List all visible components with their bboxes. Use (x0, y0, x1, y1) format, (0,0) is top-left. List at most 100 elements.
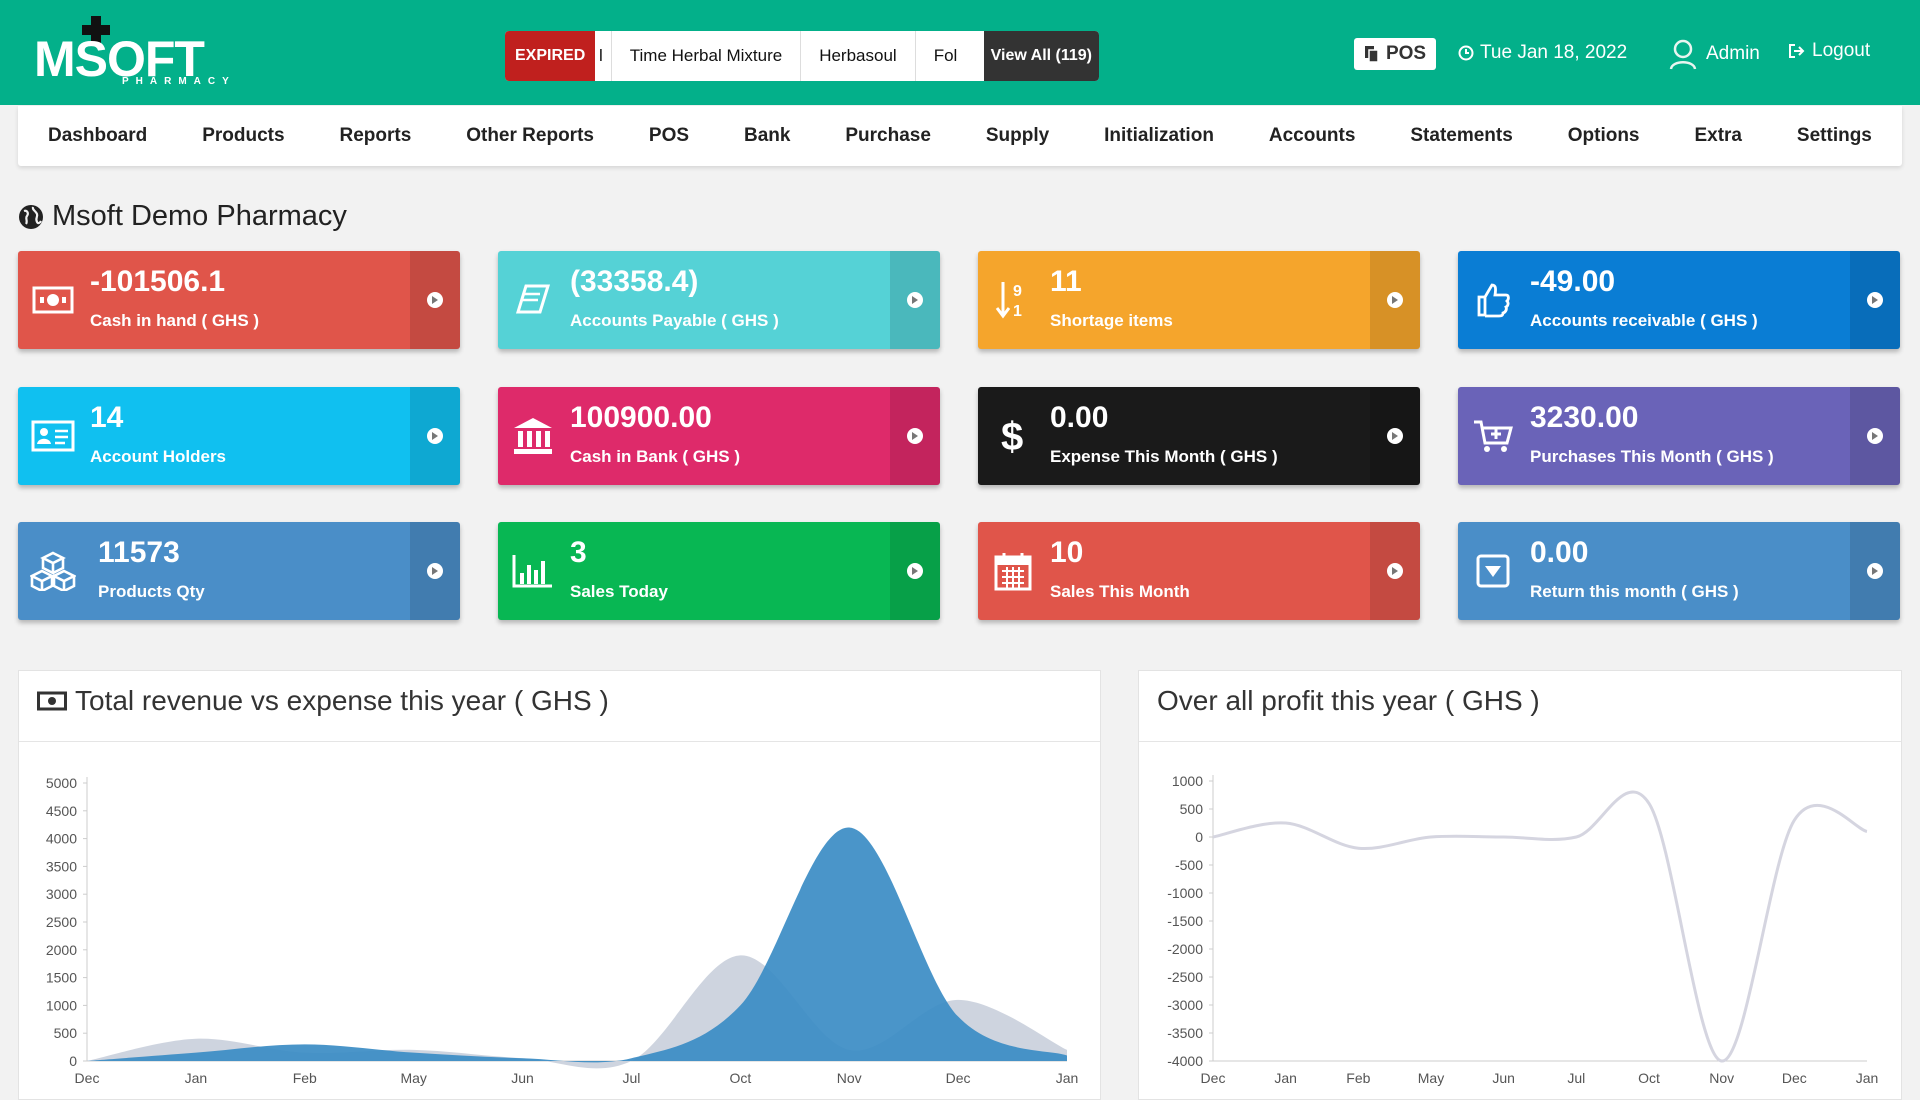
ticker-item[interactable]: l (595, 31, 612, 81)
revenue-expense-chart: 0 500 1000 1500 2000 2500 3000 3500 4000 4500 5000… (46, 775, 1078, 1086)
card-label: Shortage items (1050, 311, 1173, 330)
profit-chart-title: Over all profit this year ( GHS ) (1157, 685, 1540, 716)
card-more-button[interactable] (1850, 387, 1900, 485)
pos-label: POS (1385, 43, 1427, 64)
card-value: (33358.4) (570, 265, 699, 298)
nav-statements[interactable]: Statements (1410, 125, 1512, 147)
nav-dashboard[interactable]: Dashboard (48, 125, 147, 147)
top-bar: MSOFT PHARMACY EXPIRED l Time Herbal Mix… (0, 0, 1920, 105)
nav-other-reports[interactable]: Other Reports (466, 125, 594, 147)
y-tick-label: 500 (1180, 801, 1204, 817)
card-label: Accounts Payable ( GHS ) (570, 311, 779, 330)
nav-initialization[interactable]: Initialization (1104, 125, 1214, 147)
y-tick-label: -2500 (1167, 969, 1203, 985)
card-label: Return this month ( GHS ) (1530, 582, 1739, 601)
sort-numeric-icon: 91 (990, 279, 1036, 321)
stat-card-purchases-this-month[interactable]: 3230.00 Purchases This Month ( GHS ) (1458, 387, 1900, 485)
money-icon (30, 279, 76, 321)
card-more-button[interactable] (1370, 251, 1420, 349)
copy-icon (1364, 46, 1379, 63)
current-date: Tue Jan 18, 2022 (1458, 42, 1627, 64)
stat-card-sales-today[interactable]: 3 Sales Today (498, 522, 940, 620)
stat-card-accounts-receivable[interactable]: -49.00 Accounts receivable ( GHS ) (1458, 251, 1900, 349)
logout-link[interactable]: Logout (1788, 40, 1870, 62)
card-more-button[interactable] (1370, 522, 1420, 620)
chevron-circle-right-icon (1387, 292, 1403, 308)
nav-purchase[interactable]: Purchase (845, 125, 931, 147)
chevron-circle-right-icon (427, 428, 443, 444)
card-more-button[interactable] (890, 387, 940, 485)
user-avatar-icon (1669, 39, 1697, 70)
stat-card-return-this-month[interactable]: 0.00 Return this month ( GHS ) (1458, 522, 1900, 620)
card-value: 3230.00 (1530, 401, 1639, 434)
nav-extra[interactable]: Extra (1694, 125, 1742, 147)
cart-icon (1470, 415, 1516, 457)
card-more-button[interactable] (410, 387, 460, 485)
card-more-button[interactable] (1370, 387, 1420, 485)
nav-options[interactable]: Options (1568, 125, 1640, 147)
nav-accounts[interactable]: Accounts (1269, 125, 1356, 147)
ticker-track: l Time Herbal Mixture Herbasoul Fol (595, 31, 984, 81)
card-more-button[interactable] (1850, 251, 1900, 349)
main-nav: Dashboard Products Reports Other Reports… (18, 106, 1902, 166)
chevron-circle-right-icon (1867, 292, 1883, 308)
card-label: Purchases This Month ( GHS ) (1530, 447, 1774, 466)
stat-card-shortage-items[interactable]: 91 11 Shortage items (978, 251, 1420, 349)
x-tick-label: Oct (1638, 1070, 1660, 1086)
stat-card-cash-in-bank[interactable]: 100900.00 Cash in Bank ( GHS ) (498, 387, 940, 485)
nav-bank[interactable]: Bank (744, 125, 790, 147)
y-tick-label: -500 (1175, 857, 1203, 873)
ticker-item[interactable]: Time Herbal Mixture (612, 31, 802, 81)
y-tick-label: 4500 (46, 803, 77, 819)
logout-label: Logout (1812, 40, 1871, 61)
profit-chart: 1000 500 0 -500 -1000 -1500 -2000 -2500 -3000 -35… (1167, 773, 1878, 1086)
stat-card-accounts-payable[interactable]: (33358.4) Accounts Payable ( GHS ) (498, 251, 940, 349)
logo[interactable]: MSOFT PHARMACY (34, 16, 244, 90)
card-more-button[interactable] (890, 251, 940, 349)
x-tick-label: Jan (185, 1070, 208, 1086)
chevron-circle-right-icon (1867, 563, 1883, 579)
panel-divider (1139, 741, 1901, 742)
card-more-button[interactable] (410, 251, 460, 349)
stat-card-products-qty[interactable]: 11573 Products Qty (18, 522, 460, 620)
thumbs-up-icon (1470, 279, 1516, 321)
bar-chart-icon (510, 550, 556, 592)
chevron-circle-right-icon (1867, 428, 1883, 444)
x-tick-label: Feb (293, 1070, 317, 1086)
stat-card-account-holders[interactable]: 14 Account Holders (18, 387, 460, 485)
stat-card-cash-in-hand[interactable]: -101506.1 Cash in hand ( GHS ) (18, 251, 460, 349)
card-value: 3 (570, 536, 587, 569)
user-name: Admin (1706, 43, 1760, 64)
user-menu[interactable]: Admin (1668, 38, 1760, 70)
nav-products[interactable]: Products (202, 125, 284, 147)
stat-card-expense-this-month[interactable]: $ 0.00 Expense This Month ( GHS ) (978, 387, 1420, 485)
y-tick-label: -3500 (1167, 1025, 1203, 1041)
x-tick-label: Dec (1782, 1070, 1807, 1086)
view-all-button[interactable]: View All (119) (983, 31, 1099, 81)
card-more-button[interactable] (1850, 522, 1900, 620)
x-tick-label: Dec (946, 1070, 971, 1086)
nav-supply[interactable]: Supply (986, 125, 1049, 147)
globe-icon (19, 204, 43, 229)
x-tick-label: Jun (511, 1070, 534, 1086)
x-tick-label: May (1418, 1070, 1444, 1086)
card-label: Cash in Bank ( GHS ) (570, 447, 741, 466)
series-area-1 (87, 827, 1067, 1063)
x-tick-label: Dec (1201, 1070, 1226, 1086)
pos-button[interactable]: POS (1354, 38, 1436, 70)
nav-reports[interactable]: Reports (339, 125, 411, 147)
ticker-item[interactable]: Fol (916, 31, 958, 81)
chevron-circle-right-icon (907, 292, 923, 308)
stat-card-sales-this-month[interactable]: 10 Sales This Month (978, 522, 1420, 620)
card-more-button[interactable] (410, 522, 460, 620)
chevron-circle-right-icon (427, 563, 443, 579)
y-tick-label: 2500 (46, 914, 77, 930)
card-more-button[interactable] (890, 522, 940, 620)
chevron-circle-right-icon (427, 292, 443, 308)
card-label: Products Qty (98, 582, 205, 601)
x-tick-label: Dec (75, 1070, 100, 1086)
ticker-item[interactable]: Herbasoul (801, 31, 916, 81)
nav-settings[interactable]: Settings (1797, 125, 1872, 147)
y-tick-label: -1500 (1167, 913, 1203, 929)
nav-pos[interactable]: POS (649, 125, 689, 147)
